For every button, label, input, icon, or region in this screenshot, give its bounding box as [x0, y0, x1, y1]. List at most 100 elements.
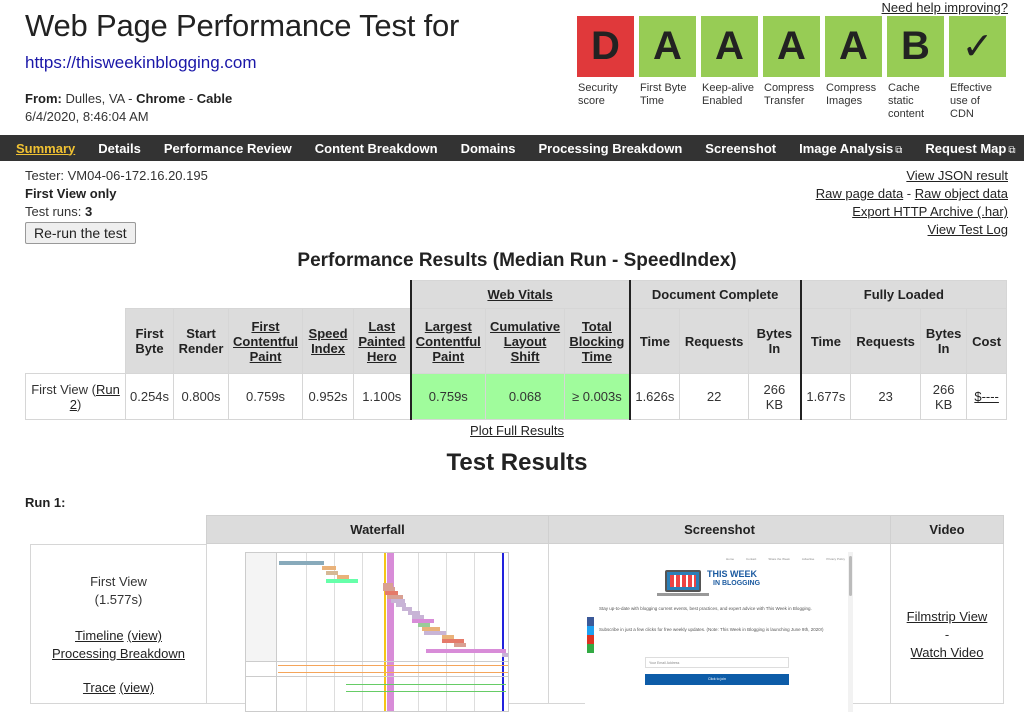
grade-compress-transfer[interactable]: A Compress Transfer	[763, 16, 820, 121]
view-test-log-link[interactable]: View Test Log	[928, 222, 1008, 237]
timeline-view-link[interactable]: (view)	[127, 628, 162, 643]
shot-share-icons	[587, 617, 594, 653]
screenshot-cell: Home Contact Share the Week Advertise Pr…	[548, 544, 891, 712]
cls-link[interactable]: Cumulative Layout Shift	[490, 319, 560, 364]
grade-compress-images[interactable]: A Compress Images	[825, 16, 882, 121]
grade-label: First Byte Time	[640, 82, 687, 107]
grade-keep-alive[interactable]: A Keep-alive Enabled	[701, 16, 758, 121]
waterfall-cell	[206, 544, 549, 712]
lph-link[interactable]: Last Painted Hero	[358, 319, 405, 364]
test-info: Tester: VM04-06-172.16.20.195 First View…	[25, 167, 208, 244]
grade-security[interactable]: D Security score	[577, 16, 634, 121]
waterfall-chart-label	[246, 661, 277, 711]
col-doc-requests: Requests	[679, 308, 750, 374]
tested-url-link[interactable]: https://thisweekinblogging.com	[25, 53, 257, 73]
cost-link[interactable]: $----	[974, 389, 999, 404]
tab-image-analysis[interactable]: Image Analysis ⧉	[799, 141, 902, 156]
filmstrip-view-link[interactable]: Filmstrip View	[907, 609, 988, 624]
waterfall-url-labels	[246, 553, 277, 661]
runs-value: 3	[84, 204, 93, 219]
row-label: First View (Run 2)	[25, 373, 126, 420]
waterfall-divider	[246, 676, 508, 677]
grade-box[interactable]: D	[577, 16, 634, 77]
fl-requests-value: 23	[850, 373, 922, 420]
shot-nav: Home Contact Share the Week Advertise Pr…	[726, 557, 845, 561]
separator: -	[128, 91, 133, 106]
grade-first-byte[interactable]: A First Byte Time	[639, 16, 696, 121]
tab-processing-breakdown[interactable]: Processing Breakdown	[539, 141, 683, 156]
separator: -	[906, 186, 912, 201]
grade-cache-static[interactable]: B Cache static content	[887, 16, 944, 121]
waterfall-request-bar	[502, 653, 508, 657]
shot-nav-item: Contact	[746, 557, 757, 561]
tab-performance-review[interactable]: Performance Review	[164, 141, 292, 156]
tbt-value: ≥ 0.003s	[564, 373, 631, 420]
trace-link[interactable]: Trace	[83, 680, 116, 695]
shot-nav-item: Share the Week	[768, 557, 790, 561]
grade-cdn[interactable]: ✓ Effective use of CDN	[949, 16, 1006, 121]
tbt-link[interactable]: Total Blocking Time	[569, 319, 624, 364]
grade-box[interactable]: A	[763, 16, 820, 77]
waterfall-gridline	[334, 553, 335, 711]
timeline-link[interactable]: Timeline	[75, 628, 124, 643]
first-byte-value: 0.254s	[124, 373, 175, 420]
table-row: First View (Run 2) 0.254s 0.800s 0.759s …	[25, 373, 1008, 420]
fl-time-value: 1.677s	[799, 373, 852, 420]
waterfall-thumbnail[interactable]	[245, 552, 509, 712]
tab-screenshot[interactable]: Screenshot	[705, 141, 776, 156]
first-view-cell: First View (1.577s) Timeline (view) Proc…	[30, 544, 207, 704]
tab-label: Request Map	[925, 140, 1007, 156]
screenshot-thumbnail[interactable]: Home Contact Share the Week Advertise Pr…	[585, 552, 853, 712]
tab-content-breakdown[interactable]: Content Breakdown	[315, 141, 438, 156]
fcp-link[interactable]: First Contentful Paint	[233, 319, 298, 364]
grade-check: ✓	[961, 26, 994, 68]
tab-details[interactable]: Details	[98, 141, 141, 156]
grade-box[interactable]: A	[639, 16, 696, 77]
raw-page-data-link[interactable]: Raw page data	[816, 186, 903, 201]
col-fl-bytes: Bytes In	[920, 308, 968, 374]
trace-view-link[interactable]: (view)	[119, 680, 154, 695]
grade-label: Keep-alive Enabled	[702, 82, 754, 107]
checkmark-icon[interactable]: ✓	[949, 16, 1006, 77]
col-lcp: Largest Contentful Paint	[409, 308, 487, 374]
need-help-link[interactable]: Need help improving?	[882, 0, 1008, 15]
raw-object-data-link[interactable]: Raw object data	[915, 186, 1008, 201]
web-vitals-link[interactable]: Web Vitals	[487, 287, 552, 302]
processing-breakdown-link[interactable]: Processing Breakdown	[52, 646, 185, 661]
cost-cell: $----	[966, 373, 1008, 420]
view-json-link[interactable]: View JSON result	[906, 168, 1008, 183]
shot-scrollbar	[848, 552, 853, 712]
laptop-logo-icon	[665, 570, 701, 592]
plot-full-results-link[interactable]: Plot Full Results	[470, 423, 564, 438]
speed-index-value: 0.952s	[302, 373, 355, 420]
col-tbt: Total Blocking Time	[564, 308, 631, 374]
watch-video-link[interactable]: Watch Video	[911, 645, 984, 660]
speed-index-link[interactable]: Speed Index	[309, 326, 348, 356]
tab-request-map[interactable]: Request Map ⧉	[925, 141, 1015, 156]
col-cls: Cumulative Layout Shift	[485, 308, 566, 374]
col-cost: Cost	[966, 308, 1008, 374]
perf-results-table: Web Vitals Document Complete Fully Loade…	[25, 280, 1008, 420]
doc-time-value: 1.626s	[628, 373, 681, 420]
col-doc-bytes: Bytes In	[748, 308, 802, 374]
grade-box[interactable]: A	[825, 16, 882, 77]
test-results-heading: Test Results	[446, 449, 588, 476]
row-label-end: )	[76, 396, 82, 412]
grade-box[interactable]: B	[887, 16, 944, 77]
shot-logo-line: IN BLOGGING	[713, 580, 761, 587]
lcp-link[interactable]: Largest Contentful Paint	[416, 319, 481, 364]
cls-value: 0.068	[485, 373, 566, 420]
video-cell: Filmstrip View - Watch Video	[890, 544, 1004, 704]
grade-label: Security score	[578, 82, 618, 107]
export-har-link[interactable]: Export HTTP Archive (.har)	[852, 204, 1008, 219]
rerun-test-button[interactable]: Re-run the test	[25, 222, 136, 244]
start-render-value: 0.800s	[173, 373, 230, 420]
location: Dulles, VA	[65, 91, 125, 106]
test-location: From: Dulles, VA - Chrome - Cable	[25, 91, 232, 106]
col-fl-time: Time	[799, 308, 852, 374]
grade-box[interactable]: A	[701, 16, 758, 77]
run-label: Run 1:	[25, 495, 66, 510]
col-fcp: First Contentful Paint	[228, 308, 304, 374]
tab-domains[interactable]: Domains	[461, 141, 516, 156]
tab-summary[interactable]: Summary	[16, 141, 75, 156]
